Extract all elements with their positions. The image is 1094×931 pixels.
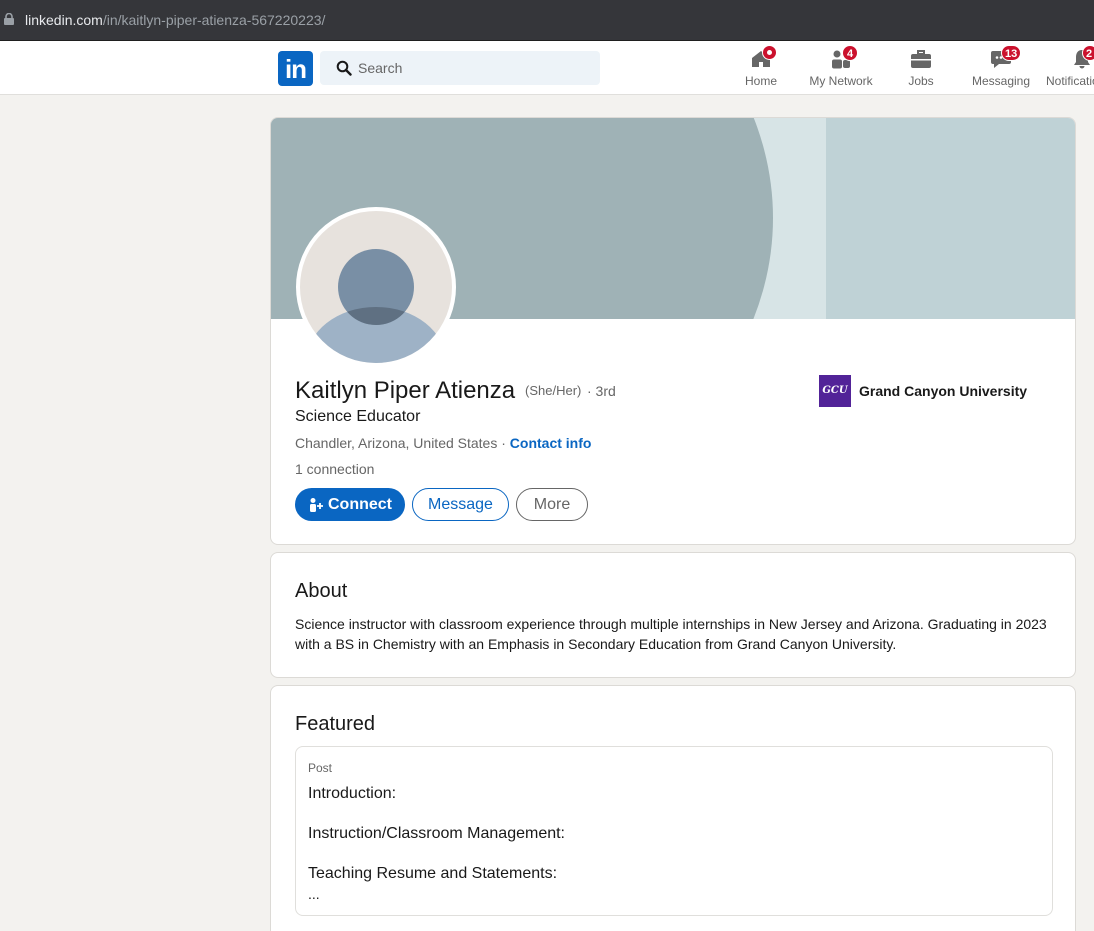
- messaging-badge: 13: [1001, 45, 1022, 61]
- profile-name: Kaitlyn Piper Atienza: [295, 377, 516, 404]
- post-line: ...: [308, 886, 320, 902]
- search-input[interactable]: [358, 51, 588, 85]
- featured-title: Featured: [295, 713, 376, 735]
- contact-info-link[interactable]: Contact info: [510, 435, 592, 451]
- top-navigation: in Home 4 My Network: [0, 41, 1094, 95]
- nav-home-label: Home: [744, 74, 777, 88]
- url-path: /in/kaitlyn-piper-atienza-567220223/: [102, 12, 326, 28]
- nav-messaging-label: Messaging: [971, 74, 1031, 88]
- post-line: Instruction/Classroom Management:: [308, 825, 565, 842]
- nav-jobs-label: Jobs: [908, 74, 934, 88]
- post-line: Introduction:: [308, 785, 397, 802]
- nav-home[interactable]: Home: [741, 45, 781, 93]
- notification-dot: [762, 45, 777, 60]
- profile-avatar[interactable]: [296, 207, 456, 367]
- nav-notifications-label: Notifications: [1046, 74, 1094, 88]
- linkedin-logo[interactable]: in: [278, 51, 313, 86]
- briefcase-icon: [911, 50, 931, 68]
- post-type-label: Post: [308, 761, 333, 775]
- gcu-logo: GCU: [819, 375, 851, 407]
- connection-count: 1 connection: [295, 461, 375, 477]
- profile-pronouns: (She/Her): [525, 383, 582, 398]
- featured-section: Featured Post Introduction: Instruction/…: [270, 685, 1076, 931]
- nav-my-network-label: My Network: [809, 74, 873, 88]
- nav-notifications[interactable]: 2 Notifications: [1046, 45, 1094, 93]
- browser-address-bar[interactable]: linkedin.com/in/kaitlyn-piper-atienza-56…: [0, 0, 1094, 41]
- nav-my-network[interactable]: 4 My Network: [806, 45, 876, 93]
- message-button[interactable]: Message: [412, 488, 509, 521]
- profile-location: Chandler, Arizona, United States · Conta…: [295, 435, 592, 451]
- notifications-badge: 2: [1082, 45, 1094, 61]
- education-link[interactable]: GCU Grand Canyon University: [819, 375, 1027, 407]
- about-title: About: [295, 580, 348, 602]
- education-name: Grand Canyon University: [859, 383, 1028, 399]
- connect-button-label: Connect: [328, 495, 392, 513]
- about-section: About Science instructor with classroom …: [270, 552, 1076, 678]
- connect-button[interactable]: Connect: [295, 488, 405, 521]
- nav-messaging[interactable]: 13 Messaging: [970, 45, 1032, 93]
- network-badge: 4: [842, 45, 858, 61]
- connection-degree: · 3rd: [587, 383, 616, 399]
- about-text: Science instructor with classroom experi…: [295, 616, 1047, 652]
- url-host: linkedin.com: [25, 12, 103, 28]
- add-person-icon: [310, 497, 323, 512]
- profile-headline: Science Educator: [295, 408, 421, 425]
- profile-top-card: Kaitlyn Piper Atienza (She/Her) · 3rd Sc…: [270, 117, 1076, 545]
- location-text: Chandler, Arizona, United States: [295, 435, 498, 451]
- url-text[interactable]: linkedin.com/in/kaitlyn-piper-atienza-56…: [25, 12, 325, 28]
- search-icon: [336, 60, 352, 76]
- featured-post[interactable]: Post Introduction: Instruction/Classroom…: [295, 746, 1053, 916]
- lock-icon: [4, 13, 14, 25]
- more-button[interactable]: More: [516, 488, 588, 521]
- nav-jobs[interactable]: Jobs: [904, 47, 938, 93]
- post-line: Teaching Resume and Statements:: [308, 865, 558, 882]
- search-box[interactable]: [320, 51, 600, 85]
